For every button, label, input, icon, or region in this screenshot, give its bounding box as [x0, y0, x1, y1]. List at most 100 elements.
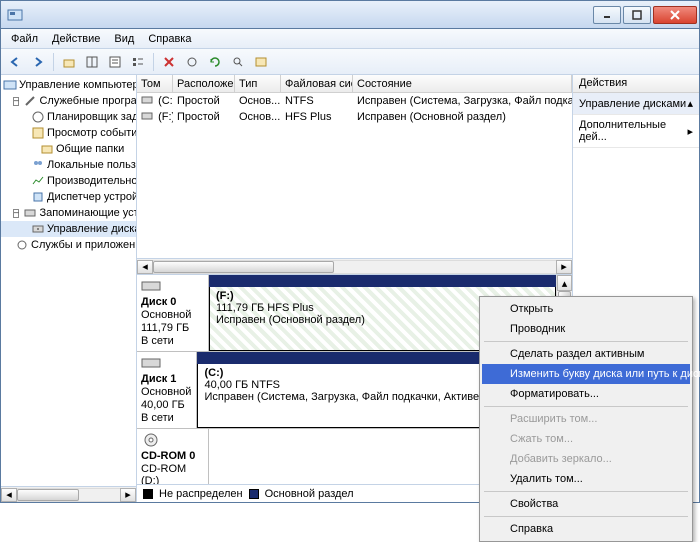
scroll-right-button[interactable]: ▸	[556, 260, 572, 274]
tree-group-services[interactable]: Службы и приложения	[1, 237, 136, 253]
settings-button[interactable]	[182, 52, 202, 72]
tree-performance[interactable]: Производительность	[1, 173, 136, 189]
cell: (F:)	[158, 111, 173, 123]
tree-scheduler[interactable]: Планировщик заданий	[1, 109, 136, 125]
forward-button[interactable]	[28, 52, 48, 72]
drive-icon	[141, 110, 155, 124]
tree-label: Служебные программы	[39, 95, 136, 107]
tree-diskmgmt[interactable]: Управление дисками	[1, 221, 136, 237]
list-button[interactable]	[128, 52, 148, 72]
perf-icon	[31, 174, 45, 188]
tree-hscrollbar[interactable]: ◂ ▸	[1, 486, 136, 502]
volume-row[interactable]: (F:) Простой Основ... HFS Plus Исправен …	[137, 109, 572, 125]
delete-button[interactable]	[159, 52, 179, 72]
volume-row[interactable]: (C:) Простой Основ... NTFS Исправен (Сис…	[137, 93, 572, 109]
ctx-mark-active[interactable]: Сделать раздел активным	[482, 344, 690, 364]
menu-action[interactable]: Действие	[46, 31, 106, 47]
scroll-left-button[interactable]: ◂	[137, 260, 153, 274]
menu-file[interactable]: Файл	[5, 31, 44, 47]
minimize-button[interactable]	[593, 6, 621, 24]
up-button[interactable]	[59, 52, 79, 72]
col-fs[interactable]: Файловая сист...	[281, 75, 353, 92]
disk-name: CD-ROM 0	[141, 450, 204, 462]
action-diskmgmt[interactable]: Управление дисками▴	[573, 93, 699, 115]
tree-label: Управление дисками	[47, 223, 136, 235]
disk-meta[interactable]: Диск 1 Основной 40,00 ГБ В сети	[137, 352, 197, 428]
disk-status: В сети	[141, 335, 204, 347]
users-icon	[31, 158, 45, 172]
titlebar[interactable]	[1, 1, 699, 29]
disk-size: 111,79 ГБ	[141, 322, 204, 334]
toolbar	[1, 49, 699, 75]
close-button[interactable]	[653, 6, 697, 24]
back-button[interactable]	[5, 52, 25, 72]
cell: Простой	[173, 95, 235, 107]
tree-devicemgr[interactable]: Диспетчер устройств	[1, 189, 136, 205]
tree-label: Планировщик заданий	[47, 111, 136, 123]
refresh-button[interactable]	[205, 52, 225, 72]
tree-group-storage[interactable]: –Запоминающие устройст	[1, 205, 136, 221]
disk-meta[interactable]: Диск 0 Основной 111,79 ГБ В сети	[137, 275, 209, 351]
menubar: Файл Действие Вид Справка	[1, 29, 699, 49]
cell: Простой	[173, 111, 235, 123]
view-button[interactable]	[82, 52, 102, 72]
clock-icon	[31, 110, 45, 124]
tree-root[interactable]: Управление компьютером (л	[1, 77, 136, 93]
disk-name: Диск 1	[141, 373, 192, 385]
cell: Основ...	[235, 95, 281, 107]
cell: NTFS	[281, 95, 353, 107]
tree-eventviewer[interactable]: Просмотр событий	[1, 125, 136, 141]
ctx-change-letter[interactable]: Изменить букву диска или путь к диску...	[482, 364, 690, 384]
menu-help[interactable]: Справка	[142, 31, 197, 47]
computer-icon	[3, 78, 17, 92]
actions-title: Действия	[573, 75, 699, 93]
help-button[interactable]	[251, 52, 271, 72]
tree-pane: Управление компьютером (л – Служебные про…	[1, 75, 137, 502]
cdrom-icon	[141, 433, 161, 447]
cell: Исправен (Основной раздел)	[353, 111, 572, 123]
volume-header: Том Расположе... Тип Файловая сист... Со…	[137, 75, 572, 93]
maximize-button[interactable]	[623, 6, 651, 24]
ctx-properties[interactable]: Свойства	[482, 494, 690, 514]
scroll-right-button[interactable]: ▸	[120, 488, 136, 502]
ctx-shrink: Сжать том...	[482, 429, 690, 449]
menu-view[interactable]: Вид	[108, 31, 140, 47]
col-volume[interactable]: Том	[137, 75, 173, 92]
tree-localusers[interactable]: Локальные пользоват	[1, 157, 136, 173]
collapse-icon[interactable]: –	[13, 209, 19, 218]
tree-sharedfolders[interactable]: Общие папки	[1, 141, 136, 157]
ctx-open[interactable]: Открыть	[482, 299, 690, 319]
volume-hscrollbar[interactable]: ◂ ▸	[137, 258, 572, 274]
ctx-format[interactable]: Форматировать...	[482, 384, 690, 404]
collapse-icon[interactable]: –	[13, 97, 19, 106]
disk-kind: Основной	[141, 309, 204, 321]
scroll-up-button[interactable]: ▴	[557, 275, 572, 291]
tree-label: Локальные пользоват	[47, 159, 136, 171]
rescan-button[interactable]	[228, 52, 248, 72]
action-more[interactable]: Дополнительные дей...▸	[573, 115, 699, 148]
col-status[interactable]: Состояние	[353, 75, 572, 92]
cell: (C:)	[158, 95, 173, 107]
app-icon	[7, 7, 23, 23]
scroll-left-button[interactable]: ◂	[1, 488, 17, 502]
cell: HFS Plus	[281, 111, 353, 123]
storage-icon	[23, 206, 37, 220]
chevron-right-icon: ▸	[687, 125, 693, 138]
col-layout[interactable]: Расположе...	[173, 75, 235, 92]
disk-name: Диск 0	[141, 296, 204, 308]
gear-icon	[15, 238, 29, 252]
ctx-explorer[interactable]: Проводник	[482, 319, 690, 339]
tree-label: Просмотр событий	[47, 127, 136, 139]
ctx-help[interactable]: Справка	[482, 519, 690, 539]
properties-button[interactable]	[105, 52, 125, 72]
chevron-up-icon: ▴	[687, 97, 693, 110]
tree-label: Диспетчер устройств	[47, 191, 136, 203]
tree-group-tools[interactable]: – Служебные программы	[1, 93, 136, 109]
tree-label: Службы и приложения	[31, 239, 136, 251]
disk-meta[interactable]: CD-ROM 0 CD-ROM (D:) Нет носителя	[137, 429, 209, 484]
col-type[interactable]: Тип	[235, 75, 281, 92]
ctx-delete[interactable]: Удалить том...	[482, 469, 690, 489]
drive-icon	[141, 94, 155, 108]
disk-kind: Основной	[141, 386, 192, 398]
disk-icon	[31, 222, 45, 236]
